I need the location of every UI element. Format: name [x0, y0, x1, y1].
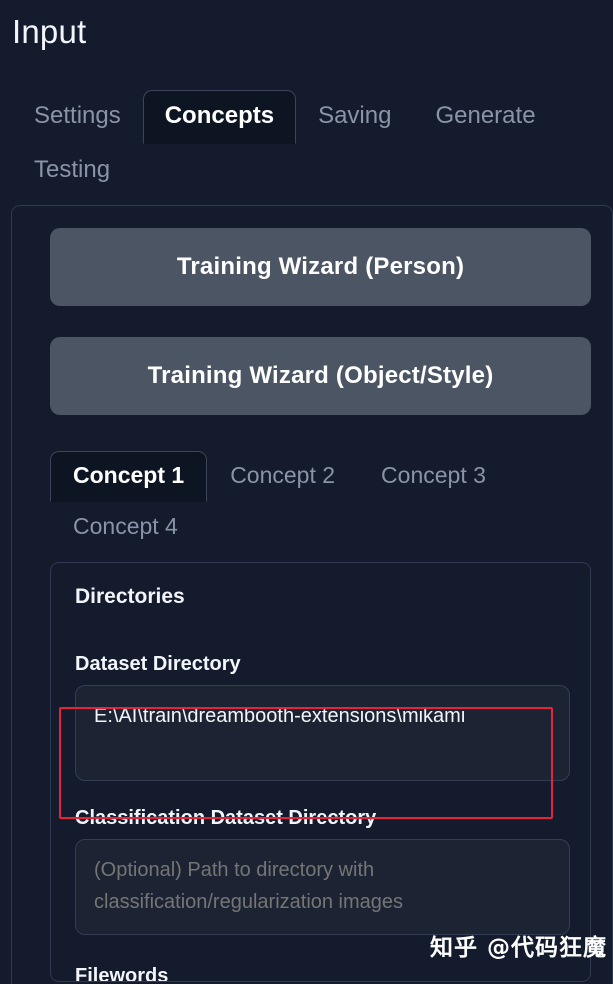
dataset-directory-input[interactable]: E:\AI\train\dreambooth-extensions\mikami — [75, 685, 570, 781]
classification-dataset-directory-input[interactable] — [75, 839, 570, 935]
concepts-panel: Training Wizard (Person) Training Wizard… — [11, 205, 613, 984]
tab-testing[interactable]: Testing — [12, 144, 132, 198]
page-title: Input — [12, 13, 87, 50]
tab-generate[interactable]: Generate — [413, 90, 557, 144]
dataset-directory-label: Dataset Directory — [75, 653, 241, 675]
concept-tab-strip: Concept 1 Concept 2 Concept 3 Concept 4 — [50, 451, 591, 553]
tab-concept-1[interactable]: Concept 1 — [50, 451, 208, 502]
filewords-label: Filewords — [75, 965, 169, 982]
training-wizard-object-style-button[interactable]: Training Wizard (Object/Style) — [50, 337, 591, 415]
watermark: 知乎 @代码狂魔 — [429, 935, 607, 961]
tab-concept-2[interactable]: Concept 2 — [207, 451, 358, 502]
classification-dataset-directory-label: Classification Dataset Directory — [75, 807, 377, 829]
concept-1-content: Directories Dataset Directory E:\AI\trai… — [50, 562, 591, 982]
tab-concepts[interactable]: Concepts — [142, 90, 297, 144]
tab-concept-3[interactable]: Concept 3 — [358, 451, 509, 502]
tab-saving[interactable]: Saving — [296, 90, 413, 144]
training-wizard-person-button[interactable]: Training Wizard (Person) — [50, 228, 591, 306]
tab-settings[interactable]: Settings — [12, 90, 143, 144]
main-tab-strip: Settings Concepts Saving Generate Testin… — [12, 90, 601, 198]
tab-concept-4[interactable]: Concept 4 — [50, 502, 201, 553]
directories-section-heading: Directories — [75, 585, 185, 608]
